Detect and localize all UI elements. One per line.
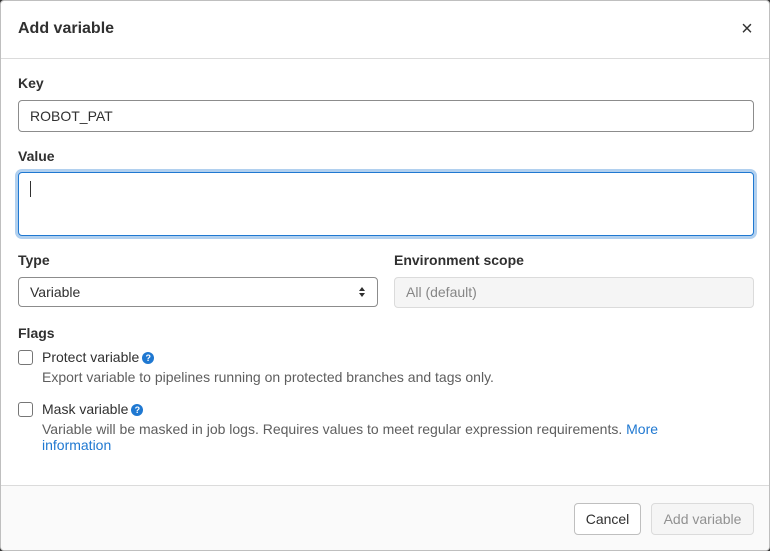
protect-variable-help: Export variable to pipelines running on …	[42, 369, 494, 385]
value-label: Value	[18, 148, 55, 164]
cancel-button[interactable]: Cancel	[574, 503, 641, 535]
protect-variable-label-row: Protect variable?	[42, 349, 155, 365]
flags-label: Flags	[18, 325, 55, 341]
protect-variable-checkbox[interactable]	[18, 350, 33, 365]
modal-header: Add variable ×	[1, 1, 769, 59]
mask-variable-label-row: Mask variable?	[42, 401, 144, 417]
protect-variable-label[interactable]: Protect variable	[42, 349, 139, 365]
environment-scope-input: All (default)	[394, 277, 754, 308]
type-select[interactable]: Variable	[18, 277, 378, 307]
question-circle-icon[interactable]: ?	[131, 404, 144, 416]
mask-variable-checkbox[interactable]	[18, 402, 33, 417]
mask-variable-help-text: Variable will be masked in job logs. Req…	[42, 421, 623, 437]
text-caret	[30, 181, 31, 197]
modal-title: Add variable	[18, 20, 115, 37]
key-label: Key	[18, 75, 44, 91]
more-information-link-2[interactable]: information	[42, 437, 111, 453]
value-textarea[interactable]	[18, 172, 754, 236]
add-variable-modal: Add variable × Key ROBOT_PAT Value Type …	[0, 0, 770, 551]
type-label: Type	[18, 252, 50, 268]
chevron-up-down-icon	[359, 287, 365, 297]
more-information-link[interactable]: More	[626, 421, 658, 437]
question-circle-icon[interactable]: ?	[142, 352, 155, 364]
key-input[interactable]: ROBOT_PAT	[18, 100, 754, 132]
environment-scope-label: Environment scope	[394, 252, 524, 268]
type-select-value: Variable	[30, 284, 81, 300]
mask-variable-label[interactable]: Mask variable	[42, 401, 128, 417]
mask-variable-help: Variable will be masked in job logs. Req…	[42, 421, 658, 437]
mask-variable-help-line2: information	[42, 437, 111, 453]
add-variable-button[interactable]: Add variable	[651, 503, 754, 535]
modal-footer: Cancel Add variable	[1, 485, 769, 550]
close-icon[interactable]: ×	[739, 19, 755, 39]
